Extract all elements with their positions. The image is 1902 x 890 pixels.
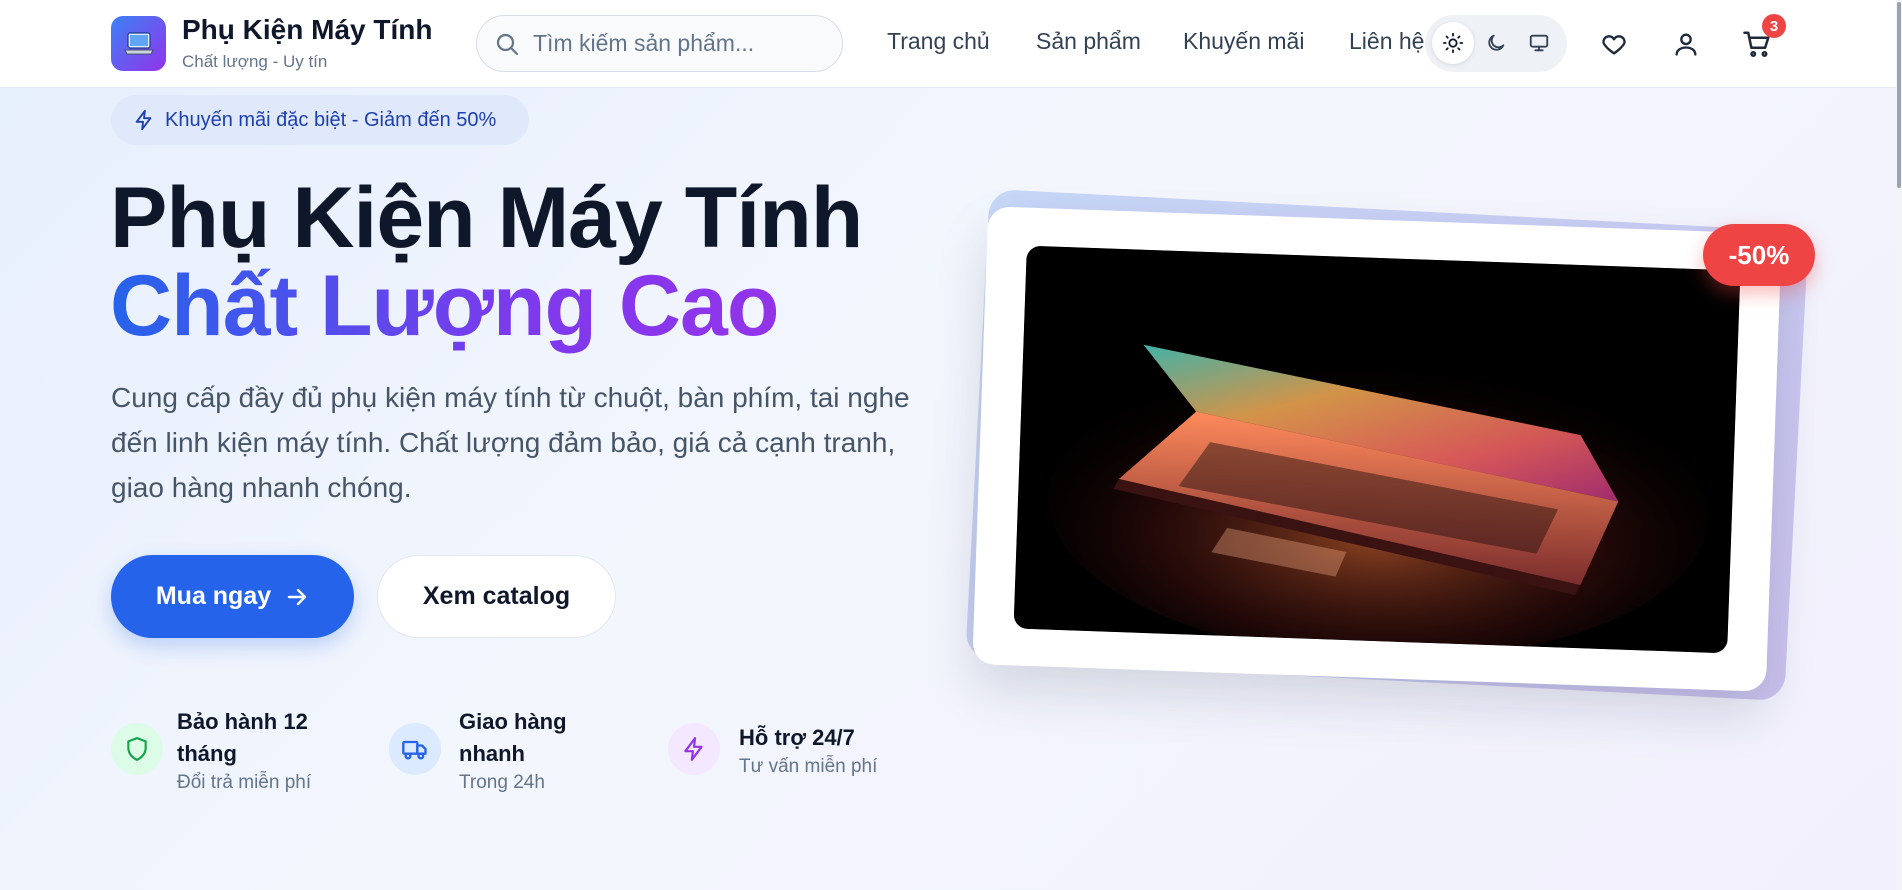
theme-system-button[interactable] [1518,22,1560,64]
scrollbar-thumb[interactable] [1897,2,1901,188]
feature-subtitle: Đổi trả miễn phí [177,772,312,793]
nav-home[interactable]: Trang chủ [887,28,990,55]
feature-title: Hỗ trợ 24/7 [739,725,855,750]
feature-title: Bảo hành 12 tháng [177,709,308,766]
brand-subtitle: Chất lượng - Uy tín [182,52,328,71]
nav-promotions[interactable]: Khuyến mãi [1183,28,1304,55]
hero-title-accent: Chất Lượng Cao [110,258,779,354]
view-catalog-button[interactable]: Xem catalog [377,555,616,638]
search-icon [496,33,519,56]
laptop-icon [123,31,154,54]
search-input[interactable] [533,16,833,70]
page-scrollbar[interactable] [1896,0,1902,890]
site-header: Phụ Kiện Máy Tính Chất lượng - Uy tín Tr… [0,0,1902,88]
buy-now-label: Mua ngay [155,582,272,610]
feature-title: Giao hàng nhanh [459,709,567,766]
account-button[interactable] [1669,27,1703,61]
sun-icon [1442,32,1464,54]
hero-title: Phụ Kiện Máy Tính [110,170,863,266]
nav-products[interactable]: Sản phẩm [1036,28,1141,55]
user-icon [1675,33,1697,56]
bolt-icon [135,109,152,131]
theme-toggle [1425,15,1567,72]
feature-subtitle: Tư vấn miễn phí [739,756,878,777]
monitor-icon [1529,34,1549,52]
feature-subtitle: Trong 24h [459,772,545,793]
buy-now-button[interactable]: Mua ngay [111,555,354,638]
arrow-right-icon [287,588,307,605]
feature-icon-wrap [389,723,441,775]
feature-icon-wrap [111,723,163,775]
bolt-icon [684,737,703,761]
brand-logo[interactable] [111,16,166,71]
moon-icon [1488,34,1505,51]
discount-badge: -50% [1703,224,1815,286]
theme-dark-button[interactable] [1475,22,1517,64]
nav-contact[interactable]: Liên hệ [1349,28,1424,55]
hero-description: Cung cấp đầy đủ phụ kiện máy tính từ chu… [111,382,910,503]
wishlist-button[interactable] [1597,27,1631,61]
theme-light-button[interactable] [1432,22,1474,64]
brand-title[interactable]: Phụ Kiện Máy Tính [182,14,432,46]
heart-icon [1602,35,1626,55]
feature-icon-wrap [668,723,720,775]
laptop-photo [1013,245,1741,654]
truck-icon [402,740,427,760]
hero-image-card [972,206,1782,692]
promo-pill: Khuyến mãi đặc biệt - Giảm đến 50% [111,95,529,145]
promo-text: Khuyến mãi đặc biệt - Giảm đến 50% [165,109,497,131]
search-box [476,15,843,72]
cart-count-badge: 3 [1762,14,1786,38]
view-catalog-label: Xem catalog [422,582,571,610]
shield-icon [127,737,147,761]
